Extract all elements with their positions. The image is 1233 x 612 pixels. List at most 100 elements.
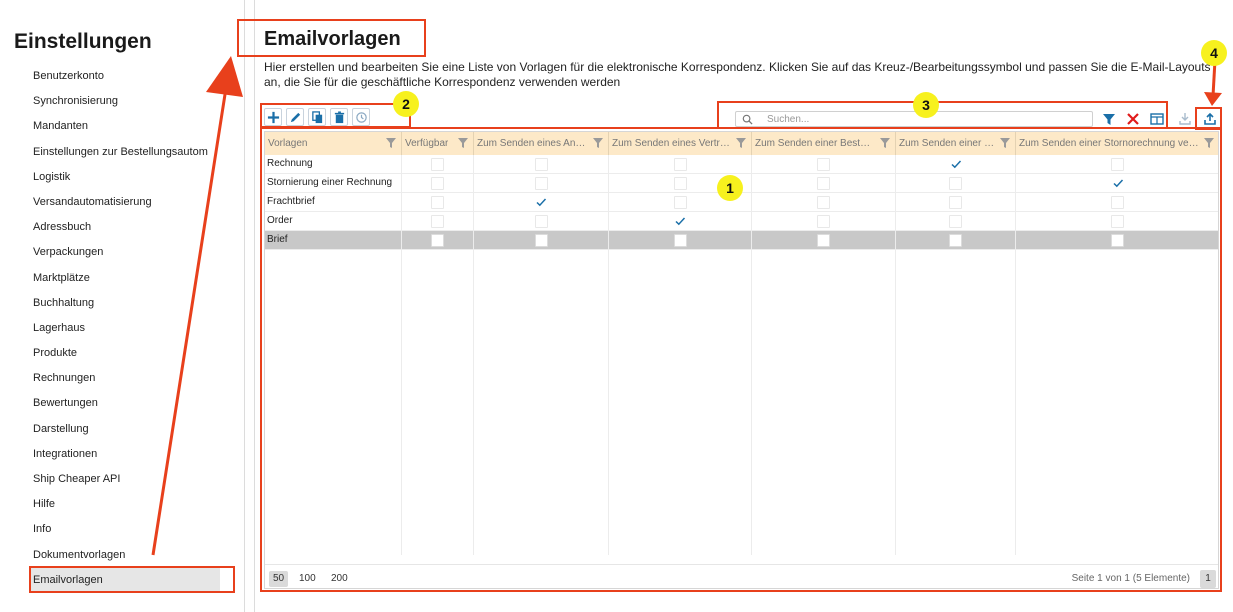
empty-checkbox[interactable] [431, 233, 444, 247]
checkbox-cell[interactable] [752, 155, 896, 173]
empty-checkbox[interactable] [1111, 157, 1124, 171]
sidebar-item-buchhaltung[interactable]: Buchhaltung [30, 291, 220, 316]
checkbox-cell[interactable] [896, 193, 1016, 211]
page-size-200[interactable]: 200 [327, 571, 352, 587]
column-filter-icon[interactable] [999, 137, 1011, 149]
table-row[interactable]: Brief [265, 231, 1218, 250]
sidebar-item-lagerhaus[interactable]: Lagerhaus [30, 316, 220, 341]
sidebar-item-synchronisierung[interactable]: Synchronisierung [30, 89, 220, 114]
sidebar-item-benutzerkonto[interactable]: Benutzerkonto [30, 64, 220, 89]
add-button[interactable] [264, 108, 282, 126]
sidebar-item-info[interactable]: Info [30, 517, 220, 542]
checkbox-cell[interactable] [1016, 193, 1218, 211]
delete-button[interactable] [330, 108, 348, 126]
empty-checkbox[interactable] [534, 214, 548, 228]
empty-checkbox[interactable] [673, 195, 687, 209]
empty-checkbox[interactable] [534, 176, 548, 190]
checkbox-cell[interactable] [402, 231, 474, 249]
sidebar-item-einstellungen-zur-bestellungsautom[interactable]: Einstellungen zur Bestellungsautom [30, 140, 220, 165]
empty-checkbox[interactable] [949, 195, 962, 209]
copy-button[interactable] [308, 108, 326, 126]
sidebar-item-ship-cheaper-api[interactable]: Ship Cheaper API [30, 467, 220, 492]
column-header-col-rechnung[interactable]: Zum Senden einer Rechnung [896, 132, 1016, 155]
clear-filter-button[interactable] [1123, 109, 1143, 129]
checkmark-cell[interactable] [474, 193, 609, 211]
history-button[interactable] [352, 108, 370, 126]
column-filter-icon[interactable] [735, 137, 747, 149]
page-size-50[interactable]: 50 [269, 571, 289, 587]
checkbox-cell[interactable] [896, 212, 1016, 230]
checkbox-cell[interactable] [752, 193, 896, 211]
empty-checkbox[interactable] [1111, 195, 1124, 209]
column-header-col-angebot[interactable]: Zum Senden eines Angebots [474, 132, 609, 155]
sidebar-item-rechnungen[interactable]: Rechnungen [30, 366, 220, 391]
filter-button[interactable] [1099, 109, 1119, 129]
edit-button[interactable] [286, 108, 304, 126]
empty-checkbox[interactable] [431, 176, 444, 190]
column-filter-icon[interactable] [385, 137, 397, 149]
empty-checkbox[interactable] [1111, 214, 1124, 228]
empty-checkbox[interactable] [673, 233, 687, 247]
empty-checkbox[interactable] [949, 214, 962, 228]
sidebar-item-versandautomatisierung[interactable]: Versandautomatisierung [30, 190, 220, 215]
checkbox-cell[interactable] [474, 155, 609, 173]
empty-checkbox[interactable] [673, 157, 687, 171]
checkbox-cell[interactable] [752, 231, 896, 249]
sidebar-item-integrationen[interactable]: Integrationen [30, 442, 220, 467]
checkbox-cell[interactable] [474, 231, 609, 249]
checkbox-cell[interactable] [1016, 155, 1218, 173]
sidebar-item-logistik[interactable]: Logistik [30, 165, 220, 190]
empty-checkbox[interactable] [817, 214, 830, 228]
empty-checkbox[interactable] [817, 176, 830, 190]
sidebar-item-marktplätze[interactable]: Marktplätze [30, 266, 220, 291]
table-row[interactable]: Frachtbrief [265, 193, 1218, 212]
column-filter-icon[interactable] [1203, 137, 1215, 149]
empty-checkbox[interactable] [949, 176, 962, 190]
search-input[interactable] [753, 112, 1073, 126]
empty-checkbox[interactable] [534, 233, 548, 247]
import-button[interactable] [1175, 109, 1195, 129]
column-header-col-vorlagen[interactable]: Vorlagen [265, 132, 402, 155]
sidebar-item-produkte[interactable]: Produkte [30, 341, 220, 366]
column-header-col-stornorechnung[interactable]: Zum Senden einer Stornorechnung verwende… [1016, 132, 1218, 155]
column-header-col-verfuegbar[interactable]: Verfügbar [402, 132, 474, 155]
checkbox-cell[interactable] [402, 174, 474, 192]
page-number-button[interactable]: 1 [1200, 570, 1216, 588]
checkbox-cell[interactable] [402, 212, 474, 230]
empty-checkbox[interactable] [431, 195, 444, 209]
empty-checkbox[interactable] [431, 214, 444, 228]
empty-checkbox[interactable] [431, 157, 444, 171]
sidebar-item-adressbuch[interactable]: Adressbuch [30, 215, 220, 240]
checkmark-cell[interactable] [1016, 174, 1218, 192]
checkbox-cell[interactable] [896, 174, 1016, 192]
column-filter-icon[interactable] [457, 137, 469, 149]
sidebar-item-mandanten[interactable]: Mandanten [30, 114, 220, 139]
checkbox-cell[interactable] [609, 155, 752, 173]
sidebar-item-verpackungen[interactable]: Verpackungen [30, 240, 220, 265]
column-filter-icon[interactable] [592, 137, 604, 149]
empty-checkbox[interactable] [817, 195, 830, 209]
checkbox-cell[interactable] [896, 231, 1016, 249]
empty-checkbox[interactable] [673, 176, 687, 190]
column-chooser-button[interactable] [1147, 109, 1167, 129]
sidebar-item-darstellung[interactable]: Darstellung [30, 417, 220, 442]
empty-checkbox[interactable] [1111, 233, 1124, 247]
checkbox-cell[interactable] [474, 174, 609, 192]
checkbox-cell[interactable] [402, 193, 474, 211]
checkbox-cell[interactable] [1016, 231, 1218, 249]
empty-checkbox[interactable] [534, 157, 548, 171]
empty-checkbox[interactable] [817, 233, 830, 247]
column-filter-icon[interactable] [879, 137, 891, 149]
sidebar-item-bewertungen[interactable]: Bewertungen [30, 391, 220, 416]
sidebar-item-hilfe[interactable]: Hilfe [30, 492, 220, 517]
column-header-col-vertrag[interactable]: Zum Senden eines Vertrags [609, 132, 752, 155]
checkbox-cell[interactable] [609, 231, 752, 249]
checkbox-cell[interactable] [474, 212, 609, 230]
checkbox-cell[interactable] [752, 174, 896, 192]
column-header-col-bestellung[interactable]: Zum Senden einer Bestellung [752, 132, 896, 155]
page-size-100[interactable]: 100 [295, 571, 320, 587]
checkbox-cell[interactable] [752, 212, 896, 230]
table-row[interactable]: Order [265, 212, 1218, 231]
empty-checkbox[interactable] [949, 233, 962, 247]
export-button[interactable] [1200, 109, 1220, 129]
